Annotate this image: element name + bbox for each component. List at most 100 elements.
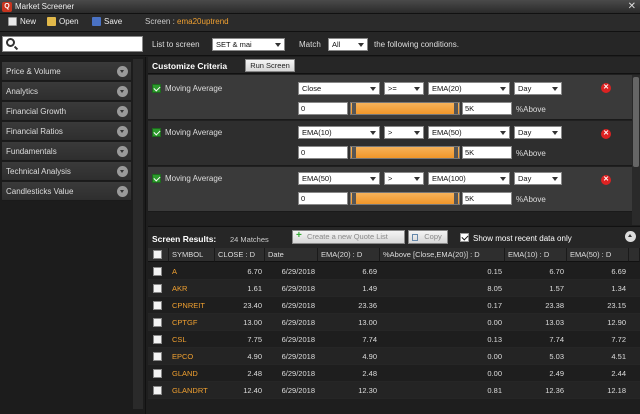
column-header[interactable]: EMA(10) : D (505, 248, 567, 262)
operator-select[interactable]: > (384, 126, 424, 139)
symbol-cell[interactable]: GLANDRT (169, 382, 215, 399)
row-checkbox[interactable] (153, 284, 162, 293)
max-value-input[interactable]: 5K (462, 146, 512, 159)
sidebar-item-analytics[interactable]: Analytics (2, 82, 131, 101)
criteria-scrollbar[interactable] (632, 75, 640, 225)
chevron-down-icon[interactable] (117, 166, 128, 177)
period-select[interactable]: Day (514, 172, 562, 185)
symbol-cell[interactable]: A (169, 263, 215, 280)
row-checkbox[interactable] (153, 318, 162, 327)
delete-icon[interactable]: ✕ (601, 175, 611, 185)
reference-select[interactable]: EMA(50) (428, 126, 510, 139)
row-checkbox[interactable] (153, 267, 162, 276)
max-value-input[interactable]: 5K (462, 102, 512, 115)
max-value-input[interactable]: 5K (462, 192, 512, 205)
symbol-cell[interactable]: GLAND (169, 365, 215, 382)
column-header[interactable]: EMA(50) : D (567, 248, 629, 262)
symbol-cell[interactable]: CSL (169, 331, 215, 348)
period-select[interactable]: Day (514, 82, 562, 95)
symbol-cell[interactable]: CPNREIT (169, 297, 215, 314)
table-row[interactable]: AKR 1.61 6/29/2018 1.49 8.05 1.57 1.34 (148, 280, 640, 297)
sidebar-item-technical-analysis[interactable]: Technical Analysis (2, 162, 131, 181)
new-button[interactable]: New (8, 17, 36, 26)
min-value-input[interactable]: 0 (298, 102, 348, 115)
column-header[interactable]: %Above [Close,EMA(20)] : D (380, 248, 505, 262)
symbol-cell[interactable]: AKR (169, 280, 215, 297)
recent-data-label: Show most recent data only (473, 234, 572, 243)
reference-select[interactable]: EMA(100) (428, 172, 510, 185)
min-value-input[interactable]: 0 (298, 146, 348, 159)
symbol-cell[interactable]: CPTGF (169, 314, 215, 331)
scrollbar-thumb[interactable] (633, 77, 639, 167)
list-select[interactable]: SET & mai (212, 38, 285, 51)
slider-min-handle[interactable] (352, 193, 356, 204)
slider-min-handle[interactable] (352, 103, 356, 114)
range-slider[interactable] (350, 102, 460, 115)
select-all-header (148, 248, 169, 262)
table-row[interactable]: GLAND 2.48 6/29/2018 2.48 0.00 2.49 2.44 (148, 365, 640, 382)
criteria-enabled-checkbox[interactable] (152, 128, 161, 137)
chevron-down-icon[interactable] (117, 186, 128, 197)
chevron-down-icon[interactable] (117, 66, 128, 77)
criteria-enabled-checkbox[interactable] (152, 84, 161, 93)
table-row[interactable]: CSL 7.75 6/29/2018 7.74 0.13 7.74 7.72 (148, 331, 640, 348)
close-icon[interactable]: ✕ (628, 1, 636, 12)
open-button[interactable]: Open (47, 17, 79, 26)
row-checkbox[interactable] (153, 335, 162, 344)
column-header[interactable]: SYMBOL (169, 248, 215, 262)
recent-data-checkbox[interactable] (460, 233, 469, 242)
slider-max-handle[interactable] (454, 103, 458, 114)
table-row[interactable]: GLANDRT 12.40 6/29/2018 12.30 0.81 12.36 12.18 (148, 382, 640, 399)
range-slider[interactable] (350, 192, 460, 205)
period-select[interactable]: Day (514, 126, 562, 139)
match-select[interactable]: All (328, 38, 368, 51)
operator-select[interactable]: >= (384, 82, 424, 95)
slider-max-handle[interactable] (454, 193, 458, 204)
slider-min-handle[interactable] (352, 147, 356, 158)
table-cell: 13.00 (243, 318, 262, 327)
chevron-down-icon[interactable] (117, 106, 128, 117)
select-all-checkbox[interactable] (153, 250, 162, 259)
min-value-input[interactable]: 0 (298, 192, 348, 205)
column-header[interactable]: CLOSE : D (215, 248, 265, 262)
table-cell: 7.74 (362, 335, 377, 344)
match-select-value: All (332, 40, 341, 49)
column-header[interactable]: EMA(20) : D (318, 248, 380, 262)
reference-select[interactable]: EMA(20) (428, 82, 510, 95)
column-header[interactable]: Date (265, 248, 318, 262)
row-checkbox[interactable] (153, 352, 162, 361)
delete-icon[interactable]: ✕ (601, 83, 611, 93)
sidebar-scrollbar[interactable] (133, 59, 143, 409)
collapse-icon[interactable] (625, 231, 636, 242)
row-checkbox[interactable] (153, 301, 162, 310)
table-row[interactable]: EPCO 4.90 6/29/2018 4.90 0.00 5.03 4.51 (148, 348, 640, 365)
sidebar-item-financial-growth[interactable]: Financial Growth (2, 102, 131, 121)
slider-max-handle[interactable] (454, 147, 458, 158)
save-button[interactable]: Save (92, 17, 122, 26)
sidebar-item-fundamentals[interactable]: Fundamentals (2, 142, 131, 161)
table-row[interactable]: CPNREIT 23.40 6/29/2018 23.36 0.17 23.38 23.15 (148, 297, 640, 314)
delete-icon[interactable]: ✕ (601, 129, 611, 139)
range-slider[interactable] (350, 146, 460, 159)
chevron-down-icon[interactable] (117, 146, 128, 157)
row-checkbox[interactable] (153, 386, 162, 395)
operator-select[interactable]: > (384, 172, 424, 185)
table-row[interactable]: CPTGF 13.00 6/29/2018 13.00 0.00 13.03 12.90 (148, 314, 640, 331)
field-select[interactable]: Close (298, 82, 380, 95)
table-row[interactable]: A 6.70 6/29/2018 6.69 0.15 6.70 6.69 (148, 263, 640, 280)
sidebar-item-price-volume[interactable]: Price & Volume (2, 62, 131, 81)
field-select[interactable]: EMA(10) (298, 126, 380, 139)
row-checkbox[interactable] (153, 369, 162, 378)
unit-label: %Above (516, 149, 546, 158)
chevron-down-icon[interactable] (117, 126, 128, 137)
create-quote-list-button[interactable]: + Create a new Quote List (292, 230, 405, 244)
symbol-cell[interactable]: EPCO (169, 348, 215, 365)
field-select[interactable]: EMA(50) (298, 172, 380, 185)
chevron-down-icon[interactable] (117, 86, 128, 97)
run-screen-button[interactable]: Run Screen (245, 59, 295, 72)
copy-button[interactable]: Copy (408, 230, 448, 244)
sidebar-item-financial-ratios[interactable]: Financial Ratios (2, 122, 131, 141)
sidebar-item-candlesticks-value[interactable]: Candlesticks Value (2, 182, 131, 201)
search-input[interactable] (2, 36, 143, 52)
criteria-enabled-checkbox[interactable] (152, 174, 161, 183)
